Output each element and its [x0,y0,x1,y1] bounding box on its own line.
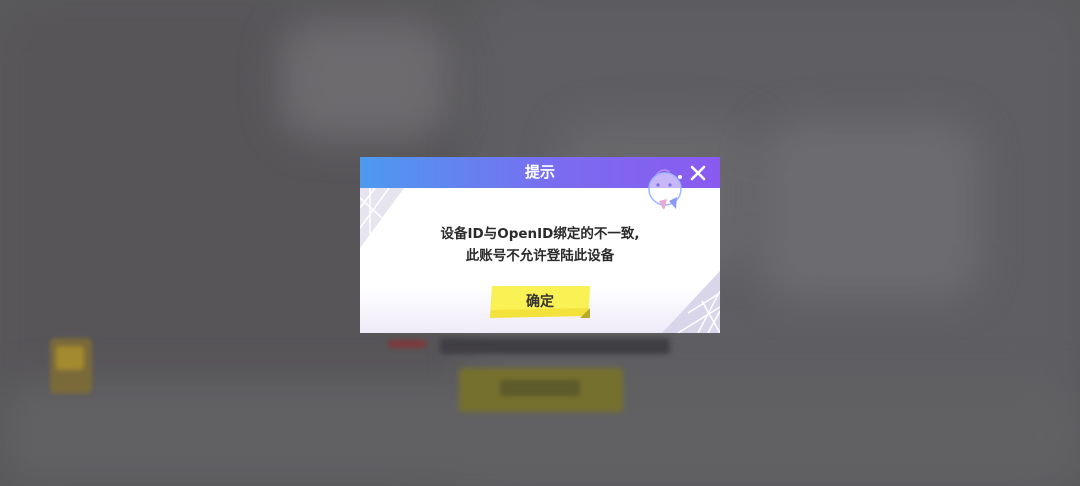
close-icon[interactable] [686,161,710,185]
background-button-label [500,380,580,396]
mascot-icon [648,169,682,209]
alert-dialog: 提示 设备ID与OpenID绑定的不一致, 此账号不允许登陆此设备 确定 [360,157,720,333]
message-line: 此账号不允许登陆此设备 [465,248,615,264]
background-highlight [760,120,980,300]
game-scene: 提示 设备ID与OpenID绑定的不一致, 此账号不允许登陆此设备 确定 [0,0,1080,486]
background-character-icon [50,338,92,394]
background-highlight [280,20,450,140]
dialog-message: 设备ID与OpenID绑定的不一致, 此账号不允许登陆此设备 [360,223,720,267]
background-warning-mark [388,340,426,348]
background-text-line [440,338,670,354]
message-line: 设备ID与OpenID绑定的不一致, [440,226,640,242]
confirm-button[interactable]: 确定 [490,286,590,318]
confirm-button-label: 确定 [526,294,554,310]
triangle-pattern-decoration [662,271,720,333]
